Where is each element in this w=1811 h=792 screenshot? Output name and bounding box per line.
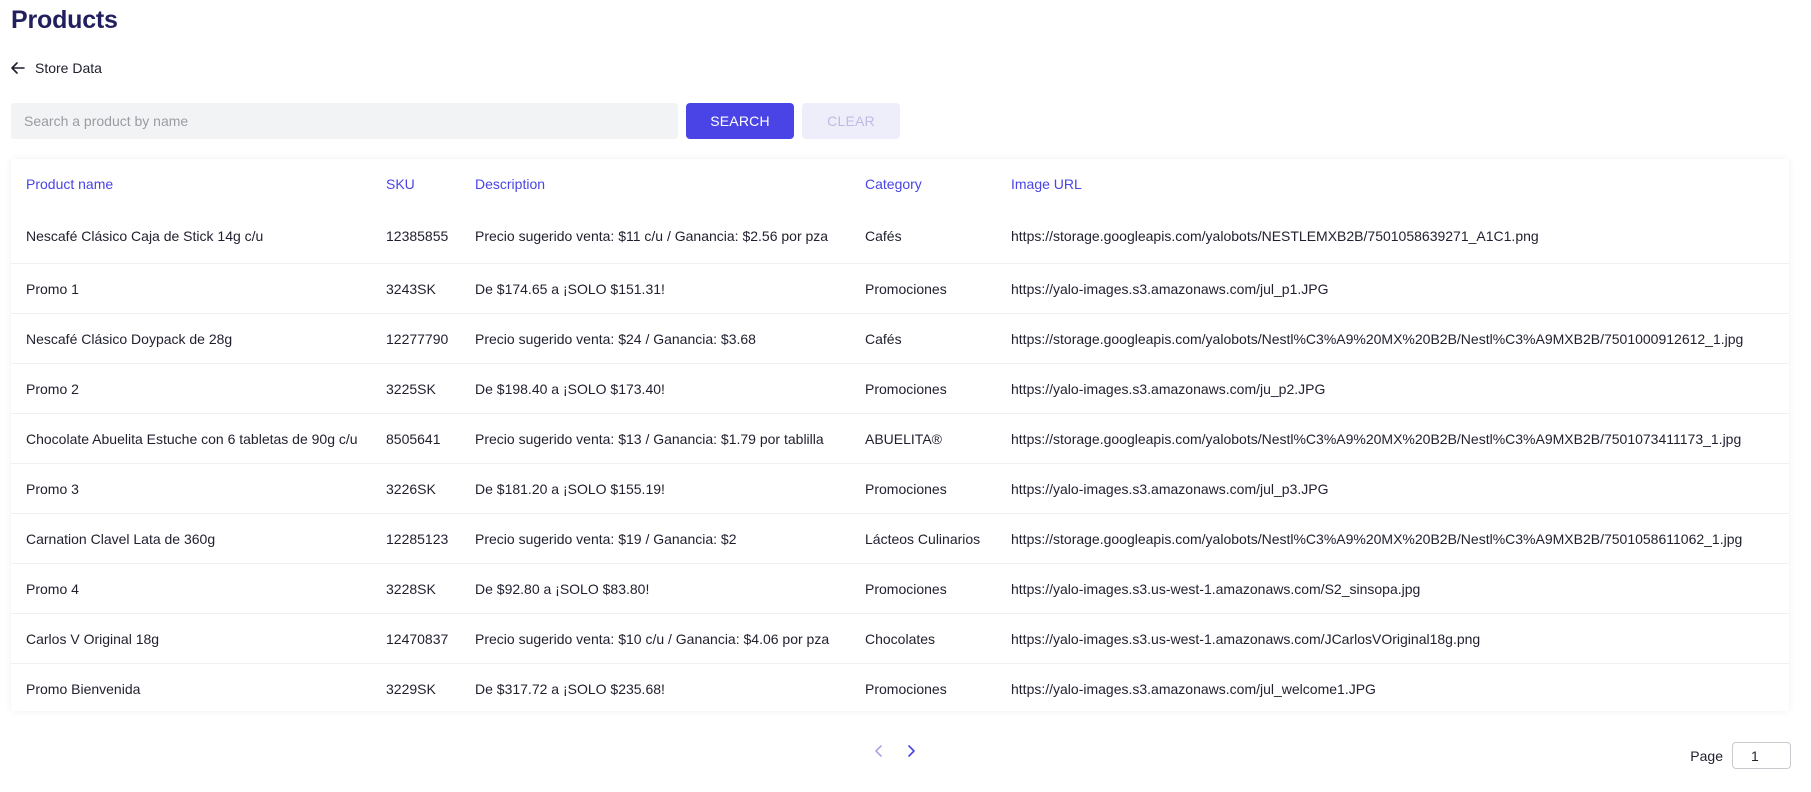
column-header-description[interactable]: Description	[475, 159, 865, 209]
cell-description: De $198.40 a ¡SOLO $173.40!	[475, 363, 865, 414]
cell-sku: 3243SK	[386, 263, 475, 314]
table-row[interactable]: Chocolate Abuelita Estuche con 6 tableta…	[11, 413, 1789, 464]
cell-sku: 8505641	[386, 413, 475, 464]
cell-sku: 12285123	[386, 513, 475, 564]
table-header-row: Product name SKU Description Category Im…	[11, 159, 1789, 209]
cell-product-name: Promo 4	[11, 563, 386, 614]
cell-category: Promociones	[865, 563, 1011, 614]
page-title: Products	[11, 6, 118, 34]
cell-sku: 3228SK	[386, 563, 475, 614]
table-row[interactable]: Promo 2 3225SK De $198.40 a ¡SOLO $173.40!…	[11, 363, 1789, 414]
search-input[interactable]	[11, 103, 678, 139]
products-table-card: Product name SKU Description Category Im…	[11, 159, 1789, 713]
back-link[interactable]: Store Data	[11, 60, 102, 76]
cell-category: Chocolates	[865, 613, 1011, 664]
cell-product-name: Promo 1	[11, 263, 386, 314]
cell-product-name: Carnation Clavel Lata de 360g	[11, 513, 386, 564]
cell-category: Lácteos Culinarios	[865, 513, 1011, 564]
products-table: Product name SKU Description Category Im…	[11, 159, 1789, 713]
cell-image-url: https://yalo-images.s3.amazonaws.com/jul…	[1011, 263, 1789, 314]
page-number-input[interactable]	[1732, 742, 1791, 769]
cell-description: Precio sugerido venta: $10 c/u / Gananci…	[475, 613, 865, 664]
back-link-label: Store Data	[35, 60, 102, 76]
cell-image-url: https://yalo-images.s3.amazonaws.com/jul…	[1011, 663, 1789, 713]
cell-description: De $174.65 a ¡SOLO $151.31!	[475, 263, 865, 314]
table-row[interactable]: Carlos V Original 18g 12470837 Precio suge…	[11, 613, 1789, 664]
table-row[interactable]: Promo Bienvenida 3229SK De $317.72 a ¡SOLO…	[11, 663, 1789, 713]
cell-category: ABUELITA®	[865, 413, 1011, 464]
cell-category: Promociones	[865, 263, 1011, 314]
cell-category: Promociones	[865, 463, 1011, 514]
column-header-category[interactable]: Category	[865, 159, 1011, 209]
search-button[interactable]: SEARCH	[686, 103, 794, 139]
cell-description: De $181.20 a ¡SOLO $155.19!	[475, 463, 865, 514]
cell-product-name: Promo 2	[11, 363, 386, 414]
cell-sku: 12385855	[386, 228, 449, 244]
cell-sku: 12470837	[386, 613, 475, 664]
cell-sku: 3229SK	[386, 663, 475, 713]
cell-image-url: https://storage.googleapis.com/yalobots/…	[1011, 513, 1789, 564]
cell-image-url: https://storage.googleapis.com/yalobots/…	[1011, 313, 1789, 364]
cell-category: Promociones	[865, 663, 1011, 713]
cell-product-name: Nescafé Clásico Caja de Stick 14g c/u	[26, 228, 264, 244]
cell-product-name: Chocolate Abuelita Estuche con 6 tableta…	[11, 413, 386, 464]
table-row[interactable]: Promo 3 3226SK De $181.20 a ¡SOLO $155.19!…	[11, 463, 1789, 514]
cell-description: De $317.72 a ¡SOLO $235.68!	[475, 663, 865, 713]
table-row[interactable]: Promo 4 3228SK De $92.80 a ¡SOLO $83.80! Pr…	[11, 563, 1789, 614]
cell-product-name: Promo Bienvenida	[11, 663, 386, 713]
cell-description: Precio sugerido venta: $24 / Ganancia: $…	[475, 313, 865, 364]
table-row[interactable]: Nescafé Clásico Doypack de 28g 12277790 Pr…	[11, 313, 1789, 364]
cell-sku: 3225SK	[386, 363, 475, 414]
cell-product-name: Nescafé Clásico Doypack de 28g	[11, 313, 386, 364]
cell-image-url: https://yalo-images.s3.us-west-1.amazona…	[1011, 563, 1789, 614]
cell-sku: 12277790	[386, 313, 475, 364]
column-header-image-url[interactable]: Image URL	[1011, 159, 1789, 209]
cell-image-url: https://yalo-images.s3.amazonaws.com/ju_…	[1011, 363, 1789, 414]
cell-sku: 3226SK	[386, 463, 475, 514]
cell-category: Cafés	[865, 228, 902, 244]
clear-button[interactable]: CLEAR	[802, 103, 900, 139]
column-header-sku[interactable]: SKU	[386, 159, 475, 209]
pagination-arrows	[873, 744, 917, 763]
cell-image-url: https://storage.googleapis.com/yalobots/…	[1011, 413, 1789, 464]
page-control: Page	[1690, 742, 1791, 769]
cell-image-url: https://yalo-images.s3.us-west-1.amazona…	[1011, 613, 1789, 664]
chevron-left-icon[interactable]	[873, 744, 885, 763]
cell-description: Precio sugerido venta: $13 / Ganancia: $…	[475, 413, 865, 464]
cell-category: Promociones	[865, 363, 1011, 414]
table-body: Nescafé Clásico Caja de Stick 14g c/u 123…	[11, 209, 1789, 713]
cell-product-name: Carlos V Original 18g	[11, 613, 386, 664]
cell-category: Cafés	[865, 313, 1011, 364]
cell-image-url: https://yalo-images.s3.amazonaws.com/jul…	[1011, 463, 1789, 514]
cell-product-name: Promo 3	[11, 463, 386, 514]
cell-description: De $92.80 a ¡SOLO $83.80!	[475, 563, 865, 614]
arrow-left-icon	[11, 62, 25, 74]
table-row[interactable]: Carnation Clavel Lata de 360g 12285123 Pre…	[11, 513, 1789, 564]
table-row[interactable]: Promo 1 3243SK De $174.65 a ¡SOLO $151.31!…	[11, 263, 1789, 314]
cell-description: Precio sugerido venta: $11 c/u / Gananci…	[475, 228, 829, 244]
page-label: Page	[1690, 747, 1723, 764]
cell-description: Precio sugerido venta: $19 / Ganancia: $…	[475, 513, 865, 564]
table-row[interactable]: Nescafé Clásico Caja de Stick 14g c/u 123…	[11, 209, 1789, 264]
products-page: Products Store Data SEARCH CLEAR Product…	[0, 0, 1811, 792]
cell-image-url: https://storage.googleapis.com/yalobots/…	[1011, 228, 1539, 244]
search-bar: SEARCH CLEAR	[11, 103, 900, 139]
column-header-product-name[interactable]: Product name	[11, 159, 386, 209]
chevron-right-icon[interactable]	[905, 744, 917, 763]
